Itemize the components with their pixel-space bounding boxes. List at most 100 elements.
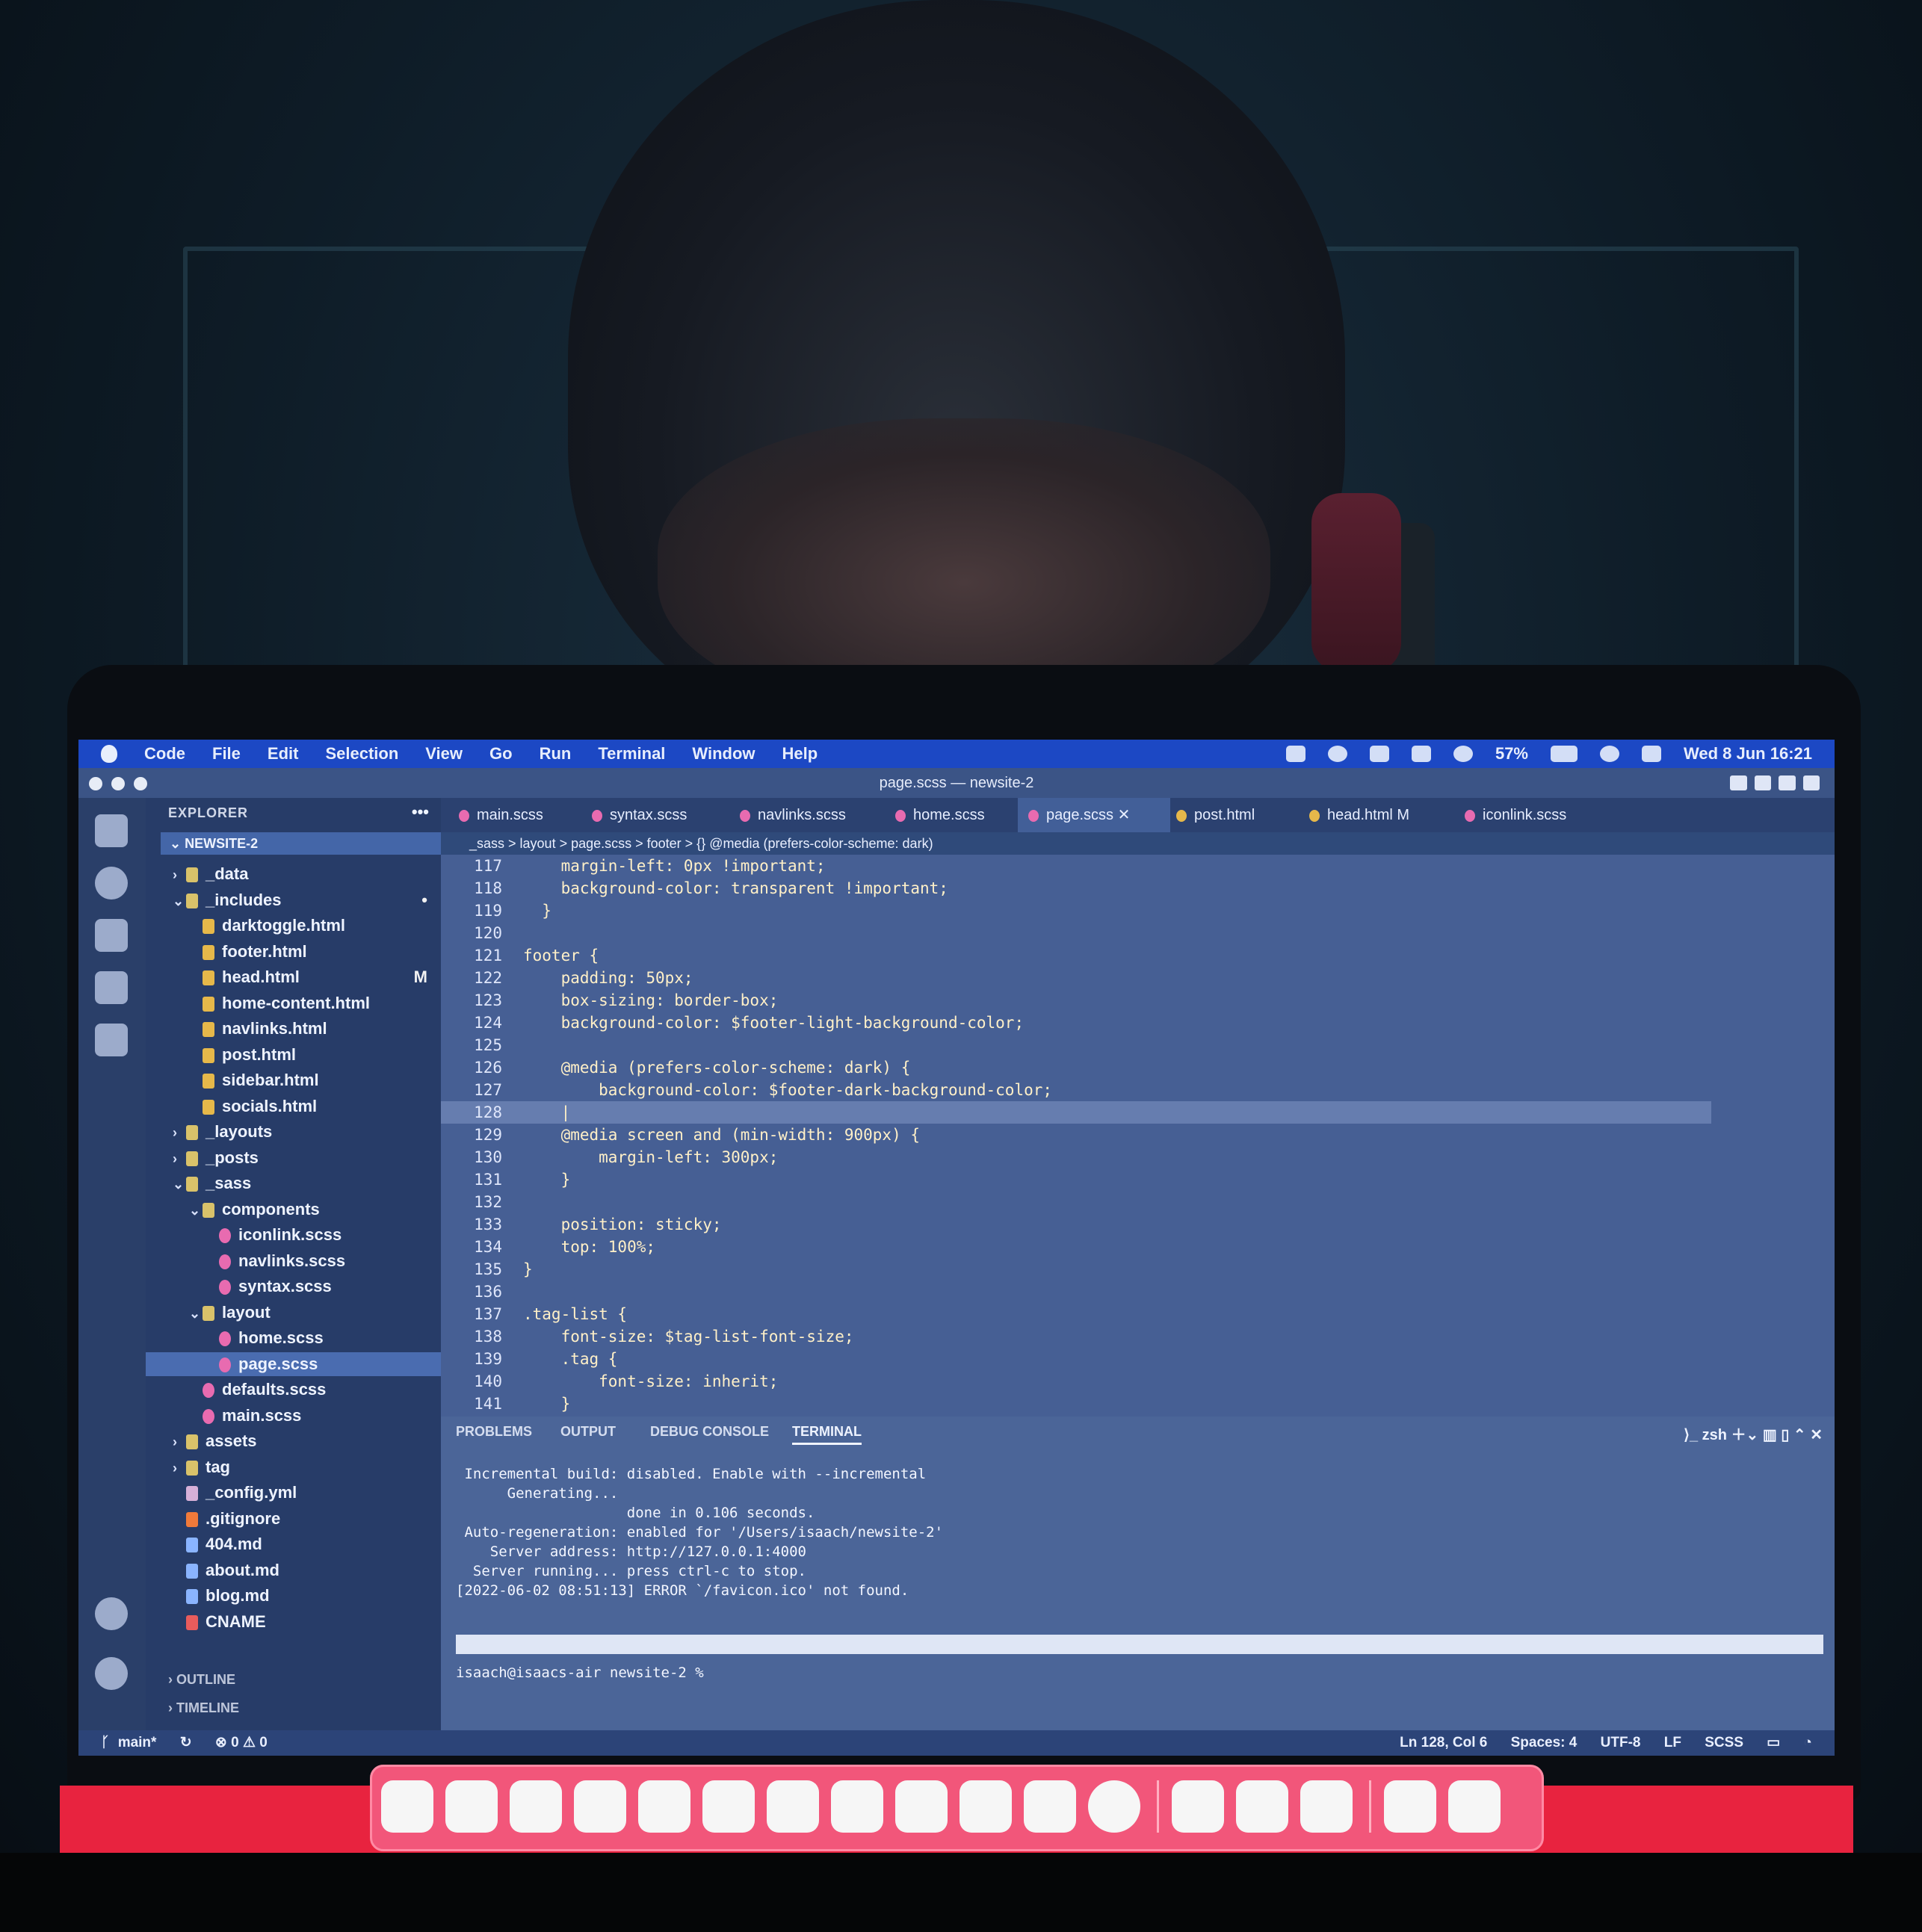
menu-edit[interactable]: Edit [268,744,299,764]
files-icon[interactable] [95,814,128,847]
zoom-window-button[interactable] [134,777,147,790]
tree-file[interactable]: sidebar.html [146,1068,441,1092]
tree-folder[interactable]: ⌄ _sass [146,1171,441,1195]
apple-logo-icon[interactable] [101,745,117,763]
toggle-secondary-sidebar-icon[interactable] [1779,775,1796,790]
outline-section[interactable]: › OUTLINE [168,1672,235,1688]
terminal-prompt[interactable]: isaach@isaacs-air newsite-2 % [456,1665,704,1681]
end-of-line[interactable]: LF [1664,1735,1681,1750]
dock-app-calendar-icon[interactable] [831,1780,883,1833]
code-line[interactable]: 133 position: sticky; [441,1213,1711,1236]
source-control-icon[interactable] [95,919,128,952]
code-line[interactable]: 124 background-color: $footer-light-back… [441,1012,1711,1034]
menu-file[interactable]: File [212,744,241,764]
search-icon[interactable] [95,867,128,900]
tree-file[interactable]: about.md [146,1558,441,1582]
feedback-icon[interactable]: ▭ [1767,1735,1780,1750]
notifications-bell-icon[interactable]: ◔ [1804,1735,1812,1750]
tree-file[interactable]: darktoggle.html [146,914,441,938]
editor-tab[interactable]: home.scss [885,798,1022,832]
dock-app-chatgpt-icon[interactable] [1088,1780,1140,1833]
customize-layout-icon[interactable] [1802,775,1820,790]
battery-icon[interactable] [1551,746,1578,762]
tree-file[interactable]: defaults.scss [146,1378,441,1402]
editor-tab[interactable]: syntax.scss [581,798,734,832]
tree-file[interactable]: main.scss [146,1404,441,1428]
code-line[interactable]: 122 padding: 50px; [441,967,1711,989]
window-icon[interactable] [1369,746,1389,762]
editor-tab[interactable]: main.scss [448,798,586,832]
tree-folder[interactable]: ⌄ _includes • [146,888,441,912]
tab-output[interactable]: OUTPUT [560,1424,616,1440]
menu-window[interactable]: Window [692,744,755,764]
editor-tab[interactable]: page.scss ✕ [1018,798,1170,832]
dock-downloads-icon[interactable] [1384,1780,1436,1833]
code-line[interactable]: 126 @media (prefers-color-scheme: dark) … [441,1056,1711,1079]
menu-selection[interactable]: Selection [325,744,398,764]
timeline-section[interactable]: › TIMELINE [168,1700,239,1716]
tree-file[interactable]: navlinks.html [146,1017,441,1041]
dock-app-vscode-icon[interactable] [960,1780,1012,1833]
dock-app-photos-icon[interactable] [702,1780,755,1833]
editor-tab[interactable]: post.html [1166,798,1303,832]
language-mode[interactable]: SCSS [1705,1735,1743,1750]
editor-tab[interactable]: head.html M [1299,798,1459,832]
tree-folder[interactable]: ⌄ components [146,1198,441,1222]
code-line[interactable]: 130 margin-left: 300px; [441,1146,1711,1168]
tree-folder[interactable]: › _data [146,862,441,886]
menu-run[interactable]: Run [540,744,572,764]
dock-app-finder-icon[interactable] [381,1780,433,1833]
code-line[interactable]: 128 | [441,1101,1711,1124]
menu-app-name[interactable]: Code [144,744,185,764]
dock-app-recent-2-icon[interactable] [1300,1780,1353,1833]
tree-file[interactable]: post.html [146,1043,441,1067]
tree-file[interactable]: home.scss [146,1326,441,1350]
code-line[interactable]: 137 .tag-list { [441,1303,1711,1325]
code-line[interactable]: 131 } [441,1168,1711,1191]
toggle-sidebar-icon[interactable] [1730,775,1747,790]
tree-folder[interactable]: ⌄ layout [146,1301,441,1325]
menu-go[interactable]: Go [489,744,513,764]
tab-debug-console[interactable]: DEBUG CONSOLE [650,1424,769,1440]
shield-icon[interactable] [1327,746,1347,762]
dock-app-recent-1-icon[interactable] [1236,1780,1288,1833]
close-panel-icon[interactable]: ✕ [1810,1427,1823,1443]
tree-file[interactable]: blog.md [146,1584,441,1608]
tree-file[interactable]: head.html M [146,965,441,989]
tree-folder[interactable]: › _posts [146,1146,441,1170]
code-line[interactable]: 120 [441,922,1711,944]
breadcrumb[interactable]: _sass > layout > page.scss > footer > {}… [441,832,1835,855]
code-line[interactable]: 135} [441,1258,1711,1281]
tree-folder[interactable]: › tag [146,1455,441,1479]
cube-icon[interactable] [1411,746,1431,762]
dock-app-system-preferences-icon[interactable] [1024,1780,1076,1833]
minimize-window-button[interactable] [111,777,125,790]
trash-icon[interactable]: ▯ [1781,1427,1793,1443]
dock-app-safari-icon[interactable] [510,1780,562,1833]
dock-app-notion-icon[interactable] [767,1780,819,1833]
git-branch-icon[interactable]: ᚴ [101,1735,109,1750]
cursor-position[interactable]: Ln 128, Col 6 [1400,1735,1487,1750]
add-terminal-icon[interactable]: ＋⌄ [1731,1427,1763,1443]
settings-gear-icon[interactable] [95,1657,128,1690]
code-line[interactable]: 118 background-color: transparent !impor… [441,877,1711,900]
encoding[interactable]: UTF-8 [1601,1735,1641,1750]
dock-app-launchpad-icon[interactable] [445,1780,498,1833]
battery-percentage[interactable]: 57% [1495,744,1528,764]
tree-file[interactable]: 404.md [146,1532,441,1556]
tree-file[interactable]: iconlink.scss [146,1223,441,1247]
account-icon[interactable] [95,1597,128,1630]
tab-problems[interactable]: PROBLEMS [456,1424,532,1440]
cloud-icon[interactable] [1285,746,1305,762]
tree-file[interactable]: socials.html [146,1095,441,1118]
menu-view[interactable]: View [425,744,463,764]
tree-file[interactable]: CNAME [146,1610,441,1634]
dock-app-preview-icon[interactable] [1172,1780,1224,1833]
terminal-output[interactable]: Incremental build: disabled. Enable with… [456,1464,943,1600]
close-window-button[interactable] [89,777,102,790]
run-debug-icon[interactable] [95,971,128,1004]
code-line[interactable]: 138 font-size: $tag-list-font-size; [441,1325,1711,1348]
tree-folder[interactable]: › _layouts [146,1120,441,1144]
code-line[interactable]: 117 margin-left: 0px !important; [441,855,1711,877]
menu-bar-clock[interactable]: Wed 8 Jun 16:21 [1684,744,1812,764]
